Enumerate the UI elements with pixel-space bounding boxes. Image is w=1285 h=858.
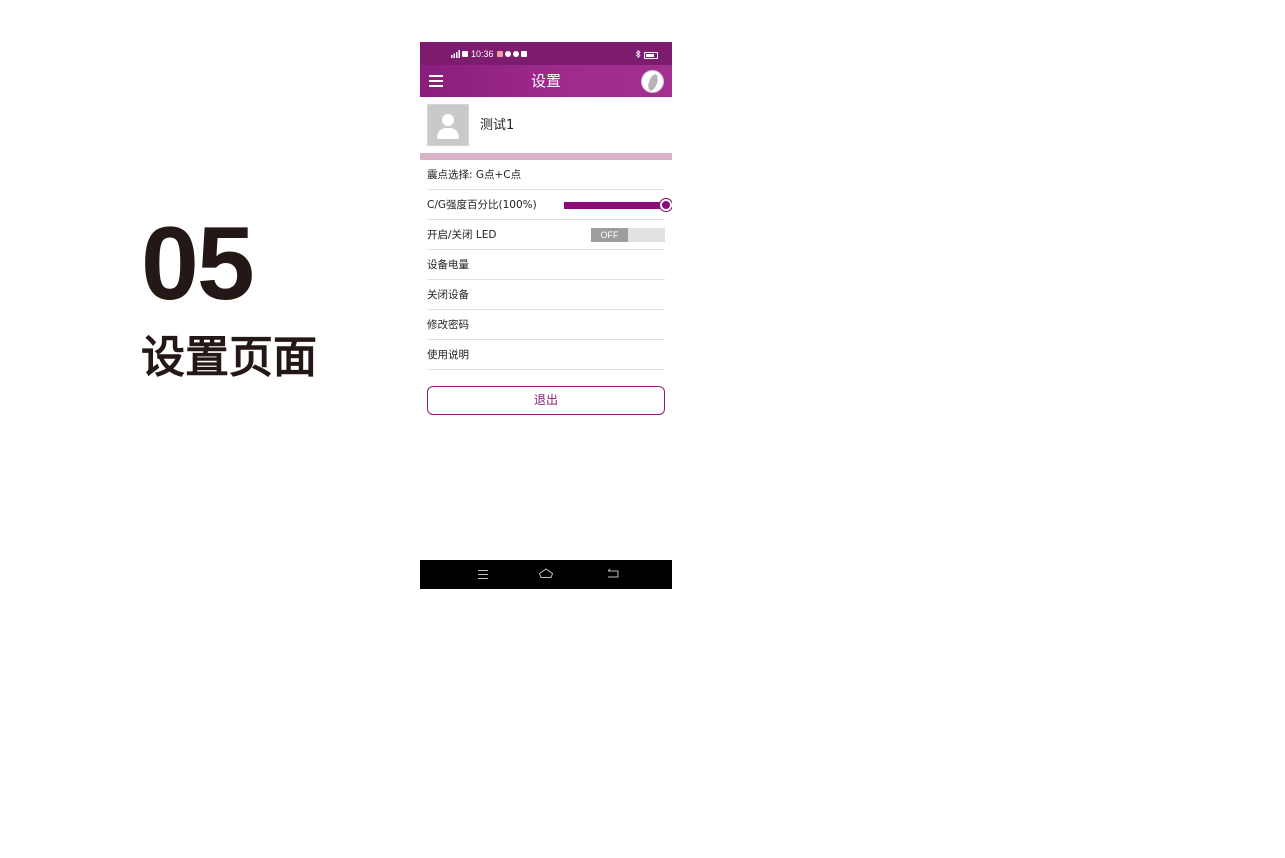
led-toggle-state: OFF	[591, 228, 628, 242]
setting-change-password[interactable]: 修改密码	[427, 310, 665, 340]
recents-icon[interactable]	[475, 566, 491, 582]
section-title: 设置页面	[141, 332, 317, 383]
bluetooth-icon	[635, 49, 641, 60]
system-nav-bar	[420, 560, 672, 589]
manual-label: 使用说明	[427, 349, 469, 361]
app-bar: 设置	[420, 65, 672, 97]
led-toggle[interactable]: OFF	[591, 228, 665, 242]
back-icon[interactable]	[605, 566, 621, 582]
setting-led: 开启/关闭 LED OFF	[427, 220, 665, 250]
intensity-slider[interactable]	[564, 199, 672, 211]
wechat-icon	[512, 51, 519, 57]
setting-vibration-point[interactable]: 震点选择: G点+C点	[427, 160, 665, 190]
intensity-label: C/G强度百分比(100%)	[427, 199, 537, 211]
section-number: 05	[141, 206, 255, 322]
username: 测试1	[480, 118, 515, 133]
setting-shutdown-device[interactable]: 关闭设备	[427, 280, 665, 310]
status-time: 10:36	[471, 49, 494, 59]
avatar-head	[442, 114, 454, 126]
brand-logo-icon[interactable]	[641, 70, 664, 93]
led-label: 开启/关闭 LED	[427, 229, 497, 241]
logout-button[interactable]: 退出	[427, 386, 665, 415]
user-profile[interactable]: 测试1	[420, 97, 672, 153]
shutdown-label: 关闭设备	[427, 289, 469, 301]
default-avatar-icon	[427, 104, 469, 146]
status-right-group	[635, 49, 658, 60]
battery-label: 设备电量	[427, 259, 469, 271]
section-divider	[420, 153, 672, 160]
setting-device-battery[interactable]: 设备电量	[427, 250, 665, 280]
avatar-body	[437, 128, 459, 139]
qq-icon	[504, 51, 511, 57]
slider-fill	[564, 202, 662, 209]
signal-icon	[451, 50, 460, 58]
vibration-point-label: 震点选择: G点+C点	[427, 169, 522, 181]
status-bar: 10:36	[420, 42, 672, 65]
settings-list: 震点选择: G点+C点 C/G强度百分比(100%) 开启/关闭 LED OFF…	[427, 160, 672, 370]
sim-icon	[462, 51, 468, 57]
battery-icon	[644, 51, 658, 59]
photo-icon	[520, 51, 527, 57]
phone-screen: 10:36 设置 测试1 震点选择: G点+C点 C/G强度百分比(100%) …	[420, 42, 672, 589]
app-notification-icon	[496, 51, 503, 57]
setting-intensity: C/G强度百分比(100%)	[427, 190, 672, 220]
password-label: 修改密码	[427, 319, 469, 331]
status-left-group: 10:36	[451, 49, 527, 59]
setting-user-manual[interactable]: 使用说明	[427, 340, 665, 370]
slider-thumb[interactable]	[660, 199, 672, 211]
home-icon[interactable]	[538, 566, 554, 582]
page-title: 设置	[530, 72, 561, 90]
